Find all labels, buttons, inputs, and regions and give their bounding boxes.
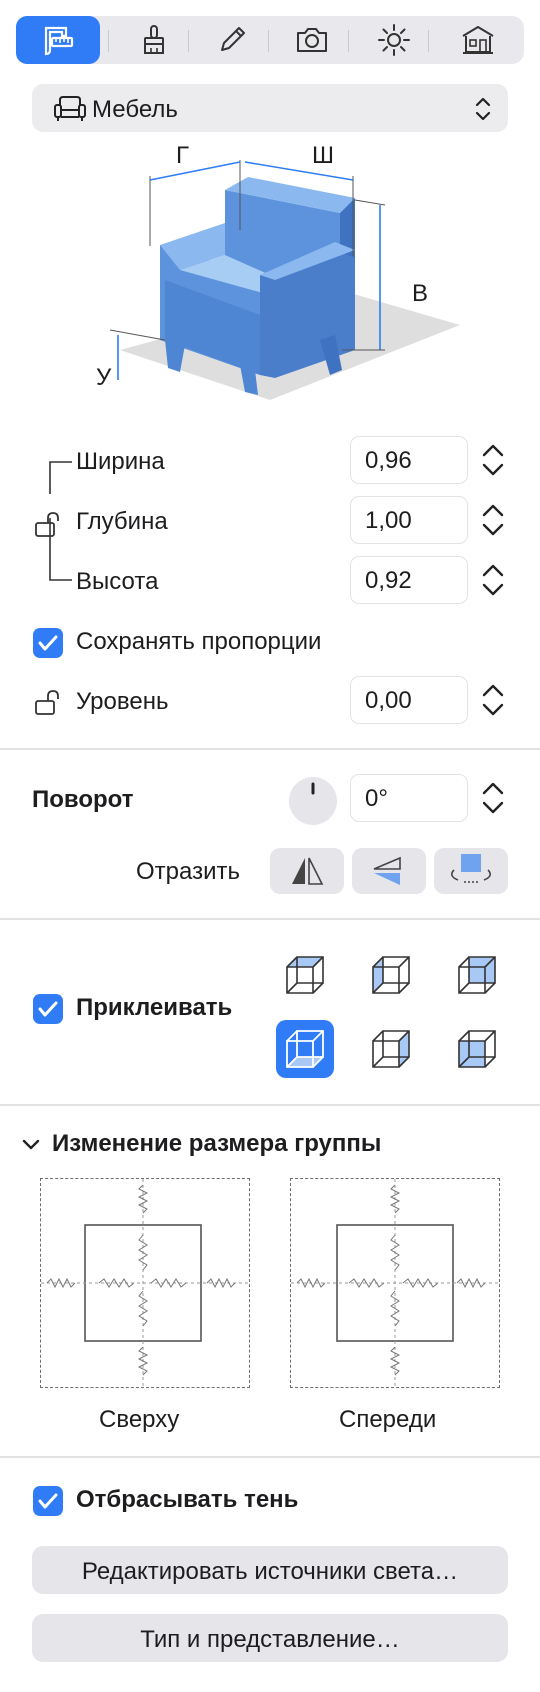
flip-horizontal-icon xyxy=(292,857,324,885)
depth-dim-label: Г xyxy=(176,142,189,169)
height-stepper[interactable] xyxy=(476,556,510,604)
glue-left-face-button[interactable] xyxy=(362,946,420,1004)
divider xyxy=(0,748,540,750)
edit-lights-button[interactable]: Редактировать источники света… xyxy=(32,1546,508,1594)
tab-lighting[interactable] xyxy=(352,16,436,64)
rotation-dial[interactable] xyxy=(288,776,338,826)
rotation-label: Поворот xyxy=(32,786,134,813)
keep-proportions-checkbox[interactable] xyxy=(33,628,63,658)
shadow-checkbox[interactable] xyxy=(33,1486,63,1516)
rotation-field[interactable]: 0° xyxy=(350,774,468,822)
resize-front-box[interactable] xyxy=(290,1178,500,1388)
mirror-horizontal-button[interactable] xyxy=(270,848,344,894)
width-dim-label: Ш xyxy=(312,142,334,169)
divider xyxy=(0,1456,540,1458)
toolbar xyxy=(16,16,524,64)
mirror-label: Отразить xyxy=(136,858,240,885)
cube-right-icon xyxy=(372,1030,410,1068)
keep-proportions-label: Сохранять пропорции xyxy=(76,628,322,655)
level-label: Уровень xyxy=(76,688,169,715)
cube-back-icon xyxy=(458,956,496,994)
armchair-icon xyxy=(54,96,86,121)
tab-camera[interactable] xyxy=(270,16,354,64)
caliper-icon xyxy=(44,26,74,56)
width-label: Ширина xyxy=(76,448,165,475)
flip-vertical-icon xyxy=(373,856,401,885)
chevron-down-icon[interactable] xyxy=(20,1134,42,1156)
cube-left-icon xyxy=(372,956,410,994)
category-dropdown[interactable]: Мебель xyxy=(32,84,508,132)
glue-back-face-button[interactable] xyxy=(448,946,506,1004)
depth-field[interactable]: 1,00 xyxy=(350,496,468,544)
tab-materials[interactable] xyxy=(112,16,196,64)
mirror-vertical-button[interactable] xyxy=(352,848,426,894)
resize-front-label: Спереди xyxy=(339,1406,437,1433)
glue-checkbox[interactable] xyxy=(33,994,63,1024)
camera-icon xyxy=(297,28,327,52)
depth-label: Глубина xyxy=(76,508,168,535)
checkmark-icon xyxy=(38,1001,58,1017)
height-label: Высота xyxy=(76,568,159,595)
level-stepper[interactable] xyxy=(476,676,510,724)
cube-top-icon xyxy=(286,956,324,994)
tab-edit[interactable] xyxy=(190,16,274,64)
shadow-label: Отбрасывать тень xyxy=(76,1486,299,1513)
cube-front-icon xyxy=(458,1030,496,1068)
glue-front-face-button[interactable] xyxy=(448,1020,506,1078)
width-stepper[interactable] xyxy=(476,436,510,484)
tab-building[interactable] xyxy=(436,16,520,64)
brush-icon xyxy=(144,25,164,54)
type-view-button[interactable]: Тип и представление… xyxy=(32,1614,508,1662)
cube-bottom-icon xyxy=(286,1030,324,1068)
glue-bottom-face-button[interactable] xyxy=(276,1020,334,1078)
level-field[interactable]: 0,00 xyxy=(350,676,468,724)
height-dim-label: В xyxy=(412,280,429,307)
unlock-icon[interactable] xyxy=(34,510,62,538)
depth-stepper[interactable] xyxy=(476,496,510,544)
group-resize-title: Изменение размера группы xyxy=(52,1130,382,1157)
divider xyxy=(0,918,540,920)
level-unlock-icon[interactable] xyxy=(34,688,62,716)
sun-icon xyxy=(378,24,410,56)
resize-top-box[interactable] xyxy=(40,1178,250,1388)
elevation-dim-label: У xyxy=(96,364,112,391)
house-icon xyxy=(462,26,494,54)
divider xyxy=(0,1104,540,1106)
glue-top-face-button[interactable] xyxy=(276,946,334,1004)
chevron-updown-icon xyxy=(475,97,491,121)
checkmark-icon xyxy=(38,1493,58,1509)
category-label: Мебель xyxy=(92,96,178,123)
height-field[interactable]: 0,92 xyxy=(350,556,468,604)
checkmark-icon xyxy=(38,635,58,651)
resize-springs xyxy=(41,1179,249,1387)
rotate-3d-icon xyxy=(450,854,492,883)
pencil-icon xyxy=(221,27,245,51)
glue-right-face-button[interactable] xyxy=(362,1020,420,1078)
rotation-stepper[interactable] xyxy=(476,774,510,822)
furniture-preview xyxy=(109,160,460,400)
resize-springs xyxy=(291,1179,499,1387)
rotate-view-button[interactable] xyxy=(434,848,508,894)
tab-dimensions[interactable] xyxy=(16,16,100,64)
glue-label: Приклеивать xyxy=(76,994,233,1021)
resize-top-label: Сверху xyxy=(99,1406,180,1433)
width-field[interactable]: 0,96 xyxy=(350,436,468,484)
